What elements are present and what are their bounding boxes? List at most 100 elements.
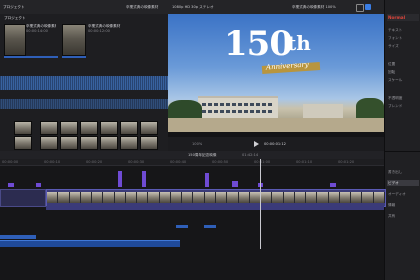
timeline-ruler[interactable]: 00:00:00 00:00:10 00:00:20 00:00:30 00:0… (0, 159, 384, 166)
inspector-row[interactable]: 位置 (388, 62, 418, 66)
photo-thumbnail[interactable] (60, 136, 78, 150)
photo-thumbnail[interactable] (60, 121, 78, 135)
video-storyline[interactable] (46, 189, 386, 207)
timecode: 00:00:01:12 (264, 142, 286, 146)
inspector-item[interactable]: ビデオ (388, 181, 418, 185)
title-clip[interactable] (8, 183, 14, 187)
photo-thumbnail[interactable] (40, 121, 58, 135)
inspector-item[interactable]: 共有 (388, 214, 418, 218)
title-clip[interactable] (205, 173, 209, 187)
play-icon[interactable] (254, 141, 259, 147)
clip-frame (328, 192, 340, 203)
photo-thumbnail[interactable] (120, 136, 138, 150)
photo-thumbnail[interactable] (14, 136, 32, 150)
zoom-label[interactable]: 100% (192, 142, 202, 146)
tree (168, 100, 202, 120)
playhead[interactable] (260, 159, 261, 249)
clip-frame (373, 192, 385, 203)
audio-clip[interactable] (0, 235, 36, 239)
title-clip[interactable] (118, 171, 122, 187)
browser-title: プロジェクト (4, 16, 26, 20)
inspector-toggle-icon[interactable] (365, 4, 371, 10)
clip-frame (317, 192, 329, 203)
clip-frame (58, 192, 70, 203)
clip-duration: 00:00:12:00 (88, 29, 110, 33)
clip-frame (103, 192, 115, 203)
inspector-row[interactable]: 不透明度 (388, 96, 418, 100)
timeline: 150周年記念映像 01:42:14 00:00:00 00:00:10 00:… (0, 151, 386, 280)
school-building (198, 96, 278, 120)
inspector-row[interactable]: 回転 (388, 70, 418, 74)
clip-frame (159, 192, 171, 203)
inspector-row[interactable]: サイズ (388, 44, 418, 48)
ruler-mark: 00:00:40 (170, 160, 187, 164)
inspector: Normal テキスト フォント サイズ 位置 回転 スケール 不透明度 ブレン… (384, 0, 420, 280)
audio-waveform (0, 99, 168, 109)
event-name: 卒業式典の映像素材 (126, 5, 159, 9)
clip-title: 卒業式典の映像素材 (26, 24, 56, 28)
photo-thumbnail[interactable] (120, 121, 138, 135)
inspector-item[interactable]: オーディオ (388, 192, 418, 196)
clip-frame (148, 192, 160, 203)
photo-thumbnail[interactable] (100, 136, 118, 150)
clip-frame (215, 192, 228, 203)
tree (356, 98, 384, 118)
viewer: 150 th Anniversary 100% 00:00:01:12 (168, 14, 384, 151)
project-duration: 01:42:14 (242, 153, 259, 157)
library-label[interactable]: プロジェクト (3, 5, 25, 9)
clip-audio-bar (62, 56, 86, 58)
viewer-controls: 100% 00:00:01:12 (168, 137, 384, 151)
clip-title: 卒業式典の映像素材 (88, 24, 121, 28)
photo-thumbnail[interactable] (80, 136, 98, 150)
inspector-row[interactable]: ブレンド (388, 104, 418, 108)
school-building (303, 104, 343, 118)
title-clip[interactable] (36, 183, 41, 187)
inspector-row[interactable]: スケール (388, 78, 418, 82)
inspector-row[interactable]: フォント (388, 36, 418, 40)
video-clip[interactable] (0, 189, 46, 207)
title-clip[interactable] (142, 171, 146, 187)
clip-frame (170, 192, 183, 203)
photo-thumbnail[interactable] (14, 121, 32, 135)
clip-frame (92, 192, 104, 203)
clip-duration: 00:00:14:00 (26, 29, 48, 33)
clip-frame (193, 192, 205, 203)
photo-thumbnail[interactable] (80, 121, 98, 135)
clip-frame (339, 192, 352, 203)
ruler-mark: 00:00:20 (86, 160, 103, 164)
inspector-item[interactable]: 情報 (388, 203, 418, 207)
audio-waveform (0, 76, 168, 90)
ruler-mark: 00:00:10 (44, 160, 61, 164)
audio-clip[interactable] (204, 225, 216, 228)
clip-frame (204, 192, 216, 203)
clip-thumbnail[interactable] (62, 24, 86, 56)
clip-frame (125, 192, 138, 203)
clip-thumbnail[interactable] (4, 24, 26, 56)
storyline-audio[interactable] (46, 206, 384, 210)
display-icon[interactable] (356, 4, 364, 12)
audio-clip[interactable] (176, 225, 188, 228)
clip-frame (47, 192, 59, 203)
inspector-row[interactable]: テキスト (388, 28, 418, 32)
clip-frame (283, 192, 295, 203)
ruler-mark: 00:01:20 (338, 160, 355, 164)
photo-thumbnail[interactable] (40, 136, 58, 150)
photo-thumbnail[interactable] (140, 121, 158, 135)
clip-frame (306, 192, 318, 203)
music-track[interactable] (0, 240, 180, 247)
inspector-item[interactable]: 書き出し (388, 170, 418, 174)
title-clip[interactable] (232, 181, 238, 187)
photo-thumbnail[interactable] (100, 121, 118, 135)
schoolyard (168, 118, 384, 132)
top-toolbar: プロジェクト 卒業式典の映像素材 1080p HD 30p ステレオ 卒業式典の… (0, 0, 420, 15)
clip-frame (294, 192, 307, 203)
title-clip[interactable] (330, 183, 336, 187)
ruler-mark: 00:00:50 (212, 160, 229, 164)
ruler-mark: 00:00:00 (2, 160, 19, 164)
photo-thumbnail[interactable] (140, 136, 158, 150)
clip-audio-bar (4, 56, 58, 58)
clip-frame (182, 192, 194, 203)
title-suffix: th (287, 31, 311, 55)
clip-frame (69, 192, 81, 203)
ruler-mark: 00:01:10 (296, 160, 313, 164)
